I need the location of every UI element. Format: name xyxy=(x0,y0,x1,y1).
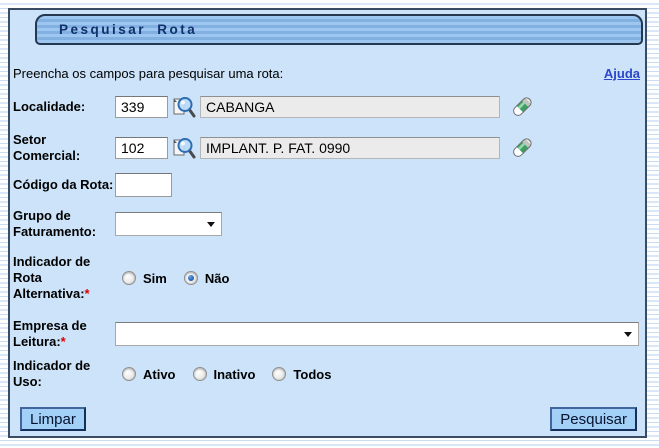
help-link[interactable]: Ajuda xyxy=(604,66,640,81)
indicador-uso-label: Indicador de Uso: xyxy=(13,358,91,389)
grupo-faturamento-row: Grupo de Faturamento: xyxy=(13,208,645,240)
required-asterisk: * xyxy=(84,286,90,301)
setor-comercial-label: Setor Comercial: xyxy=(13,132,81,163)
indicador-uso-radio-group: Ativo Inativo Todos xyxy=(122,367,331,382)
radio-todos-icon[interactable] xyxy=(272,367,287,381)
localidade-code-input[interactable] xyxy=(115,96,168,118)
codigo-rota-label: Código da Rota: xyxy=(13,177,114,192)
empresa-leitura-row: Empresa de Leitura:* xyxy=(13,318,645,350)
magnifier-icon xyxy=(173,137,196,158)
radio-option-sim[interactable]: Sim xyxy=(122,271,167,286)
eraser-icon xyxy=(513,96,533,116)
radio-option-nao[interactable]: Não xyxy=(183,271,229,286)
rota-alternativa-radio-group: Sim Não xyxy=(122,271,229,286)
pesquisar-button[interactable]: Pesquisar xyxy=(550,407,637,431)
grupo-faturamento-select[interactable] xyxy=(115,212,222,236)
intro-row: Preencha os campos para pesquisar uma ro… xyxy=(13,66,640,81)
actions-bar: Limpar Pesquisar xyxy=(20,407,637,431)
empresa-leitura-select[interactable] xyxy=(115,322,639,346)
eraser-icon xyxy=(513,137,533,157)
panel-header: Pesquisar Rota xyxy=(35,14,643,45)
required-asterisk: * xyxy=(60,334,66,349)
chevron-down-icon xyxy=(207,221,215,227)
codigo-rota-row: Código da Rota: xyxy=(13,173,645,197)
limpar-button[interactable]: Limpar xyxy=(20,407,86,431)
setor-comercial-row: Setor Comercial: xyxy=(13,132,645,164)
indicador-rota-alternativa-row: Indicador de Rota Alternativa:* Sim Não xyxy=(13,254,645,302)
localidade-label: Localidade: xyxy=(13,99,86,114)
radio-option-ativo[interactable]: Ativo xyxy=(122,367,176,382)
localidade-search-icon[interactable] xyxy=(172,95,196,120)
radio-ativo-icon[interactable] xyxy=(122,367,136,381)
form-instructions: Preencha os campos para pesquisar uma ro… xyxy=(13,66,284,81)
magnifier-icon xyxy=(173,96,196,117)
radio-inativo-icon[interactable] xyxy=(192,367,207,381)
empresa-leitura-label: Empresa de Leitura:* xyxy=(13,318,87,349)
localidade-erase-icon[interactable] xyxy=(509,94,535,120)
codigo-rota-input[interactable] xyxy=(115,173,172,197)
indicador-rota-alternativa-label: Indicador de Rota Alternativa:* xyxy=(13,254,91,301)
indicador-uso-row: Indicador de Uso: Ativo Inativo Todos xyxy=(13,358,645,390)
radio-sim-icon[interactable] xyxy=(122,271,136,285)
localidade-name-field xyxy=(200,96,500,118)
grupo-faturamento-label: Grupo de Faturamento: xyxy=(13,208,97,239)
radio-option-inativo[interactable]: Inativo xyxy=(192,367,255,382)
setor-comercial-name-field xyxy=(200,137,500,159)
chevron-down-icon xyxy=(624,331,632,337)
radio-nao-icon[interactable] xyxy=(183,271,198,285)
setor-comercial-code-input[interactable] xyxy=(115,137,168,159)
pesquisar-rota-panel: Pesquisar Rota Preencha os campos para p… xyxy=(8,8,647,438)
page-title: Pesquisar Rota xyxy=(59,22,198,37)
setor-comercial-erase-icon[interactable] xyxy=(509,135,535,161)
localidade-row: Localidade: xyxy=(13,94,645,120)
setor-comercial-search-icon[interactable] xyxy=(172,136,196,161)
radio-option-todos[interactable]: Todos xyxy=(272,367,331,382)
